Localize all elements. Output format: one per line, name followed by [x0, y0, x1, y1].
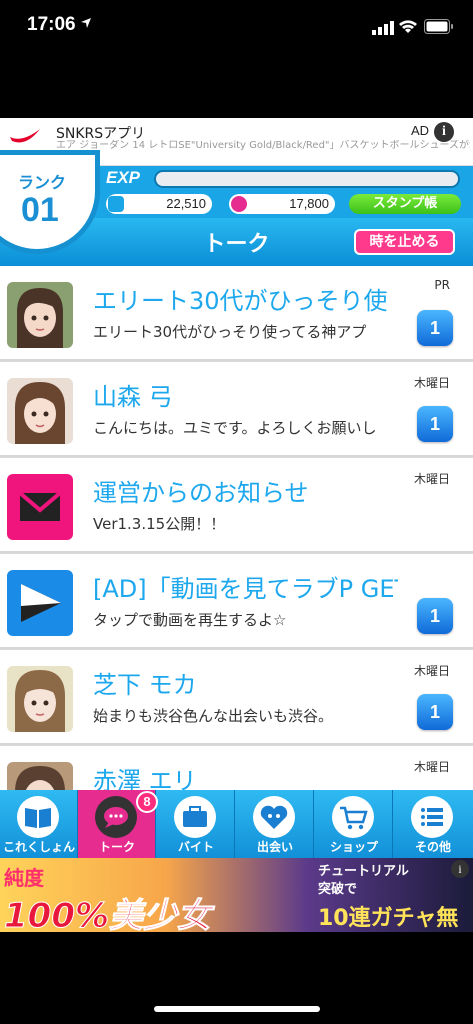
- girl-avatar-icon: [7, 762, 73, 790]
- list-item[interactable]: 芝下 モカ 始まりも渋谷色んな出会いも渋谷。 木曜日 1: [0, 650, 473, 746]
- coin-icon: [108, 196, 124, 212]
- unread-badge: 1: [417, 406, 453, 442]
- list-item[interactable]: エリート30代がひっそり使 エリート30代がひっそり使ってる神アプ PR 1: [0, 266, 473, 362]
- briefcase-icon: [174, 796, 216, 838]
- message-preview: こんにちは。ユミです。よろしくお願いし: [93, 419, 377, 437]
- contact-name: エリート30代がひっそり使: [93, 287, 388, 315]
- ad-text-purity: 純度: [4, 866, 44, 890]
- bottom-tab-bar: これくしょん トーク バイト 出会い ショップ その他: [0, 790, 473, 858]
- ad-label: AD: [411, 123, 430, 138]
- contact-name: 山森 弓: [93, 383, 173, 411]
- stop-time-button[interactable]: 時を止める: [354, 229, 455, 255]
- wifi-icon: [399, 20, 417, 33]
- tab-encounter[interactable]: 出会い: [236, 790, 314, 858]
- exp-progress-bar: [154, 170, 460, 188]
- contact-name: 運営からのお知らせ: [93, 479, 309, 507]
- ios-status-bar: 17:06: [0, 0, 473, 56]
- bottom-ad-banner[interactable]: 純度 100%美少女 チュートリアル 突破で 10連ガチャ無料!! i: [0, 858, 473, 932]
- mail-icon: [18, 491, 62, 521]
- girl-avatar-icon: [7, 666, 73, 732]
- talk-unread-badge: 8: [136, 791, 158, 813]
- message-preview: Ver1.3.15公開！！: [93, 515, 226, 533]
- message-date: 木曜日: [413, 376, 450, 390]
- talk-list: エリート30代がひっそり使 エリート30代がひっそり使ってる神アプ PR 1 山…: [0, 266, 473, 790]
- tab-label: バイト: [177, 840, 214, 854]
- point-counter: 17,800: [229, 194, 335, 214]
- list-item[interactable]: [AD]「動画を見てラブP GET」 タップで動画を再生するよ☆ 1: [0, 554, 473, 650]
- ad-text-girls: 100%美少女: [3, 896, 212, 933]
- unread-badge: 1: [417, 310, 453, 346]
- tab-label: トーク: [98, 840, 135, 854]
- message-preview: 始まりも渋谷色んな出会いも渋谷。: [93, 707, 334, 725]
- avatar: [7, 570, 73, 636]
- ad-text-tutorial: チュートリアル: [318, 864, 409, 879]
- ad-info-icon[interactable]: i: [434, 122, 454, 142]
- unread-badge: 1: [417, 598, 453, 634]
- rank-label: ランク: [18, 173, 67, 192]
- stamp-book-button[interactable]: スタンプ帳: [349, 194, 461, 214]
- avatar: [7, 666, 73, 732]
- ad-text-clear: 突破で: [318, 882, 358, 897]
- cellular-signal-icon: [372, 21, 394, 35]
- status-time: 17:06: [27, 14, 76, 35]
- heart-people-icon: [253, 796, 295, 838]
- contact-name: 芝下 モカ: [93, 671, 197, 699]
- tab-collection[interactable]: これくしょん: [0, 790, 78, 858]
- coin-value: 22,510: [166, 196, 206, 211]
- girl-avatar-icon: [7, 378, 73, 444]
- pr-label: PR: [434, 278, 450, 292]
- tab-other[interactable]: その他: [394, 790, 472, 858]
- rank-number: 01: [21, 191, 59, 229]
- ad-text-gacha: 10連ガチャ無料!!: [318, 906, 459, 931]
- contact-name: [AD]「動画を見てラブP GET」: [93, 575, 398, 603]
- unread-badge: 1: [417, 694, 453, 730]
- screen: 17:06 SNKRS SNKRSアプリ エア ジョーダン 14 レトロSE"U…: [0, 0, 473, 1024]
- avatar: [7, 474, 73, 540]
- ad-info-icon[interactable]: i: [451, 860, 469, 878]
- point-value: 17,800: [289, 196, 329, 211]
- location-arrow-icon: [81, 18, 91, 28]
- avatar: [7, 282, 73, 348]
- book-icon: [17, 796, 59, 838]
- tab-label: これくしょん: [2, 840, 75, 854]
- coin-counter: 22,510: [106, 194, 212, 214]
- ad-description: エア ジョーダン 14 レトロSE"University Gold/Black/…: [56, 140, 470, 151]
- message-date: 木曜日: [413, 760, 450, 774]
- message-preview: エリート30代がひっそり使ってる神アプ: [93, 323, 367, 341]
- contact-name: 赤澤 エリ: [93, 767, 197, 790]
- exp-label: EXP: [106, 168, 141, 187]
- play-icon: [21, 584, 61, 622]
- avatar: [7, 378, 73, 444]
- message-preview: タップで動画を再生するよ☆: [93, 611, 287, 629]
- tab-shop[interactable]: ショップ: [315, 790, 393, 858]
- cart-icon: [332, 796, 374, 838]
- tab-job[interactable]: バイト: [157, 790, 235, 858]
- home-indicator[interactable]: [154, 1006, 320, 1012]
- list-item[interactable]: 山森 弓 こんにちは。ユミです。よろしくお願いし 木曜日 1: [0, 362, 473, 458]
- message-date: 木曜日: [413, 472, 450, 486]
- tab-label: ショップ: [329, 840, 378, 854]
- tab-label: 出会い: [256, 840, 293, 854]
- avatar: [7, 762, 73, 790]
- tab-label: その他: [414, 840, 451, 854]
- chat-icon: [95, 796, 137, 838]
- battery-icon: [424, 19, 453, 34]
- love-point-icon: [231, 196, 247, 212]
- list-item[interactable]: 赤澤 エリ 木曜日: [0, 746, 473, 790]
- list-item[interactable]: 運営からのお知らせ Ver1.3.15公開！！ 木曜日: [0, 458, 473, 554]
- girl-avatar-icon: [7, 282, 73, 348]
- message-date: 木曜日: [413, 664, 450, 678]
- menu-icon: [411, 796, 453, 838]
